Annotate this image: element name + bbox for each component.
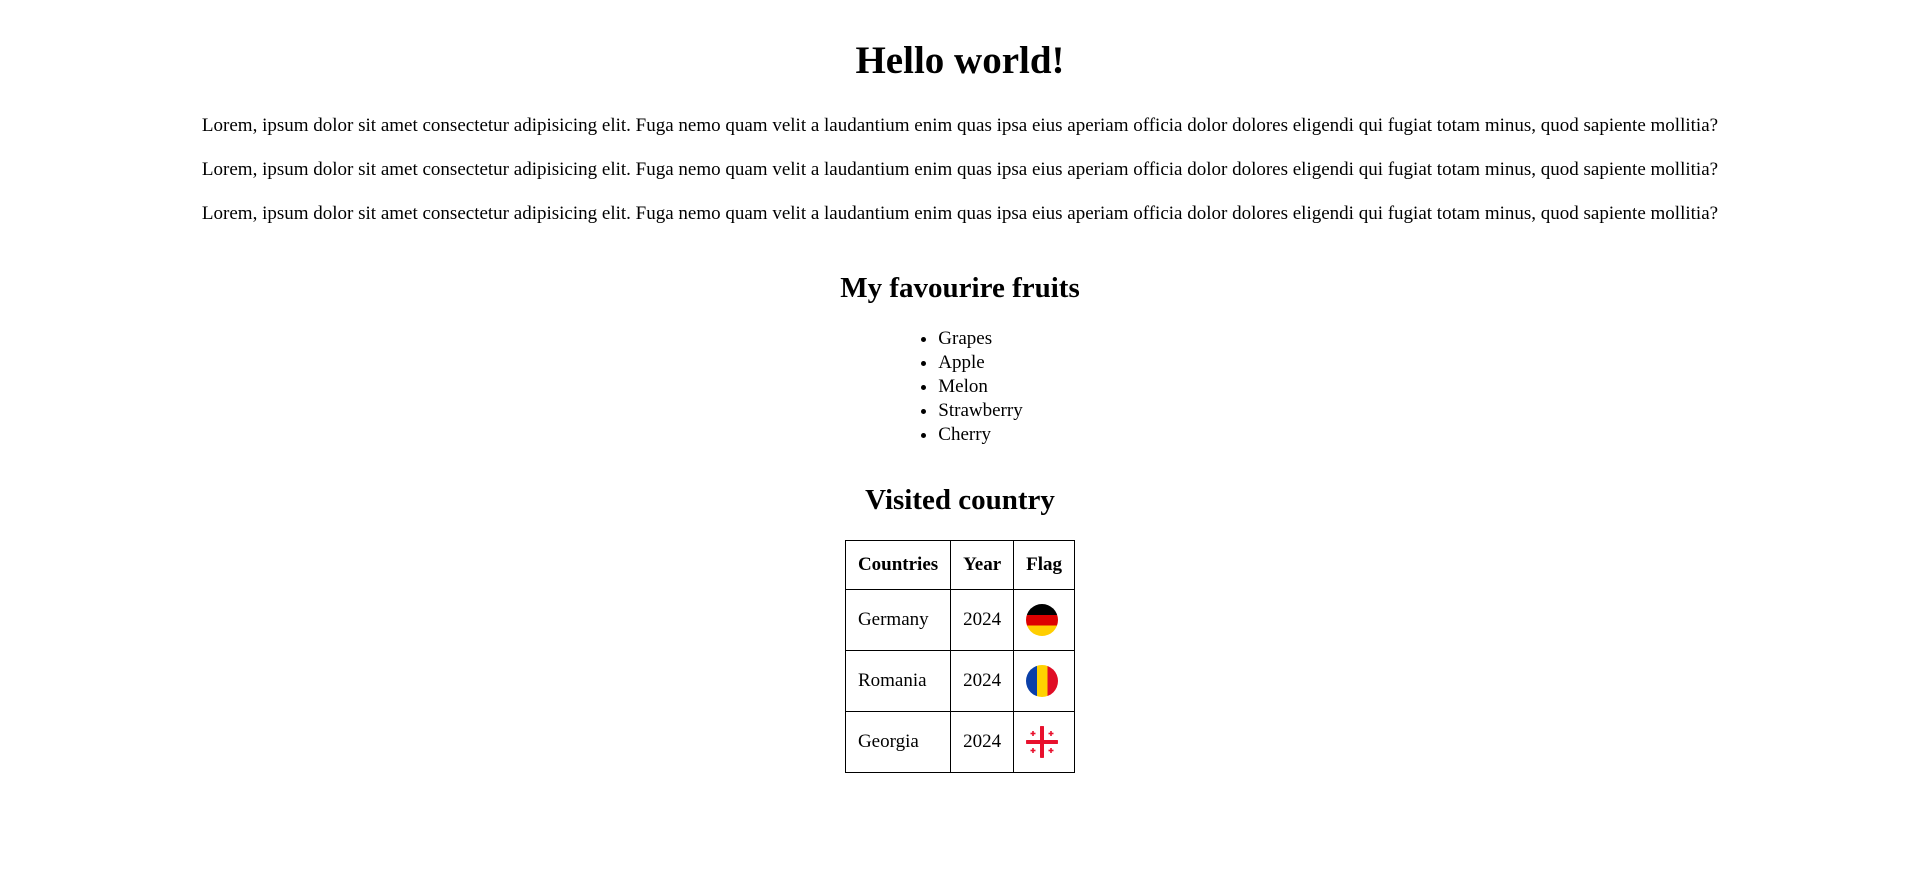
table-row: Germany 2024 xyxy=(844,589,1076,651)
lorem-paragraph-1: Lorem, ipsum dolor sit amet consectetur … xyxy=(201,115,1719,136)
fruits-heading: My favourire fruits xyxy=(840,272,1080,304)
germany-flag-icon xyxy=(1026,604,1059,636)
column-header-countries: Countries xyxy=(844,540,952,590)
country-cell: Germany xyxy=(844,589,952,651)
fruit-item: Apple xyxy=(938,351,1022,375)
page-title: Hello world! xyxy=(855,39,1065,82)
fruit-item: Grapes xyxy=(938,327,1022,351)
table-row: Romania 2024 xyxy=(844,650,1076,712)
flag-cell xyxy=(1013,589,1076,651)
table-header-row: Countries Year Flag xyxy=(844,540,1076,590)
table-row: Georgia 2024 xyxy=(844,711,1076,773)
year-cell: 2024 xyxy=(950,650,1015,712)
romania-flag-icon xyxy=(1026,665,1059,697)
lorem-paragraph-2: Lorem, ipsum dolor sit amet consectetur … xyxy=(201,159,1719,180)
page-content: Hello world! Lorem, ipsum dolor sit amet… xyxy=(0,0,1920,773)
year-cell: 2024 xyxy=(950,711,1015,773)
countries-heading: Visited country xyxy=(865,484,1055,516)
country-cell: Georgia xyxy=(844,711,952,773)
countries-table: Countries Year Flag Germany 2024 Romania… xyxy=(844,540,1076,773)
flag-cell xyxy=(1013,711,1076,773)
fruits-list: Grapes Apple Melon Strawberry Cherry xyxy=(897,327,1022,447)
flag-cell xyxy=(1013,650,1076,712)
column-header-flag: Flag xyxy=(1013,540,1076,590)
fruit-item: Cherry xyxy=(938,423,1022,447)
column-header-year: Year xyxy=(950,540,1015,590)
country-cell: Romania xyxy=(844,650,952,712)
year-cell: 2024 xyxy=(950,589,1015,651)
lorem-paragraph-3: Lorem, ipsum dolor sit amet consectetur … xyxy=(201,203,1719,224)
fruit-item: Melon xyxy=(938,375,1022,399)
fruit-item: Strawberry xyxy=(938,399,1022,423)
georgia-flag-icon xyxy=(1026,726,1059,758)
fruits-list-wrapper: Grapes Apple Melon Strawberry Cherry xyxy=(897,327,1022,447)
